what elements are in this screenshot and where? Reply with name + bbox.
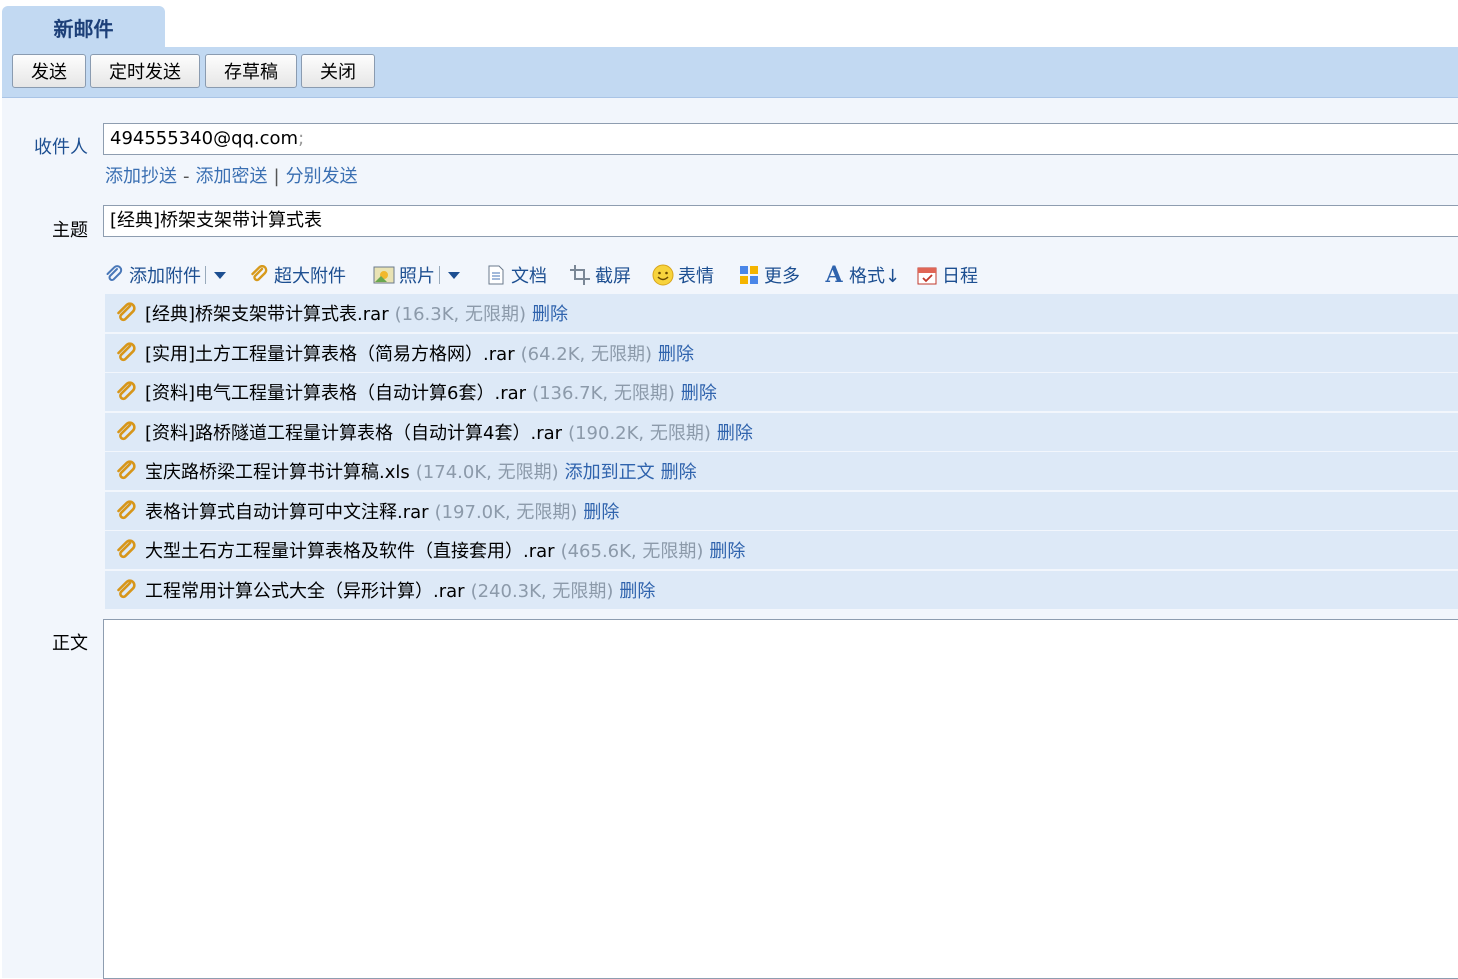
attachment-name: [资料]电气工程量计算表格（自动计算6套）.rar <box>145 383 527 404</box>
attachment-row: 工程常用计算公式大全（异形计算）.rar (240.3K, 无限期) 删除 <box>105 570 1458 609</box>
delete-attachment-link[interactable]: 删除 <box>619 577 655 603</box>
attachment-name: 工程常用计算公式大全（异形计算）.rar <box>145 580 465 602</box>
document-button[interactable]: 文档 <box>485 260 547 290</box>
text-format-icon: A <box>825 262 843 288</box>
compose-form: 收件人 494555340@qq.com; 添加抄送 - 添加密送 | 分别发送 主题 … <box>2 98 1458 979</box>
paperclip-icon <box>115 302 137 324</box>
format-label: 格式↓ <box>849 266 901 287</box>
paperclip-icon <box>115 420 137 443</box>
tab-new-mail[interactable]: 新邮件 <box>2 6 165 49</box>
attachment-meta: (16.3K, 无限期) <box>394 304 526 325</box>
attachment-name: [实用]土方工程量计算表格（简易方格网）.rar <box>145 343 515 365</box>
attachment-meta: (64.2K, 无限期) <box>520 343 652 365</box>
delete-attachment-link[interactable]: 删除 <box>658 340 694 366</box>
recipient-input[interactable]: 494555340@qq.com; <box>103 123 1458 155</box>
emoji-button[interactable]: 表情 <box>652 260 714 290</box>
large-attachment-label: 超大附件 <box>274 266 346 287</box>
attachment-row: 大型土石方工程量计算表格及软件（直接套用）.rar (465.6K, 无限期) 删除 <box>105 531 1458 569</box>
attachment-meta: (240.3K, 无限期) <box>470 580 614 602</box>
attachment-name: 表格计算式自动计算可中文注释.rar <box>145 501 429 523</box>
body-editor[interactable] <box>103 619 1458 979</box>
recipient-options: 添加抄送 - 添加密送 | 分别发送 <box>105 162 358 188</box>
recipient-separator: ; <box>298 128 305 149</box>
divider <box>205 266 206 284</box>
paperclip-icon <box>103 264 125 286</box>
body-label: 正文 <box>52 633 88 654</box>
close-button[interactable]: 关闭 <box>301 54 375 88</box>
recipient-label[interactable]: 收件人 <box>34 133 88 159</box>
save-draft-button[interactable]: 存草稿 <box>205 54 297 88</box>
paperclip-icon <box>115 341 137 364</box>
attachment-row: 表格计算式自动计算可中文注释.rar (197.0K, 无限期) 删除 <box>105 491 1458 530</box>
attachment-meta: (174.0K, 无限期) <box>415 462 559 483</box>
photo-label: 照片 <box>399 266 435 287</box>
subject-value: [经典]桥架支架带计算式表 <box>110 210 323 231</box>
link-dash: - <box>183 166 190 187</box>
tab-strip: 新邮件 <box>0 0 1458 49</box>
attachment-meta: (197.0K, 无限期) <box>434 501 578 523</box>
subject-label: 主题 <box>52 220 88 241</box>
tab-title: 新邮件 <box>53 17 114 41</box>
smiley-icon <box>652 264 674 286</box>
photo-icon <box>373 264 395 286</box>
schedule-label: 日程 <box>942 266 978 287</box>
add-cc-link[interactable]: 添加抄送 <box>105 166 177 187</box>
compose-toolbar: 发送 定时发送 存草稿 关闭 <box>2 47 1458 98</box>
paperclip-icon <box>115 539 137 561</box>
attachment-row: [资料]路桥隧道工程量计算表格（自动计算4套）.rar (190.2K, 无限期)… <box>105 412 1458 451</box>
format-button[interactable]: A 格式↓ <box>823 260 900 290</box>
delete-attachment-link[interactable]: 删除 <box>717 419 753 445</box>
attachment-name: 大型土石方工程量计算表格及软件（直接套用）.rar <box>145 541 555 562</box>
recipient-value: 494555340@qq.com <box>110 128 299 149</box>
delete-attachment-link[interactable]: 删除 <box>532 300 568 326</box>
add-attachment-label: 添加附件 <box>129 266 201 287</box>
attachment-meta: (190.2K, 无限期) <box>568 422 711 444</box>
document-icon <box>485 264 507 286</box>
attachment-name: [经典]桥架支架带计算式表.rar <box>145 304 389 325</box>
scissors-icon <box>569 264 591 286</box>
attachment-meta: (465.6K, 无限期) <box>560 541 704 562</box>
delete-attachment-link[interactable]: 删除 <box>681 379 717 405</box>
attachment-meta: (136.7K, 无限期) <box>532 383 675 404</box>
attachment-row: [资料]电气工程量计算表格（自动计算6套）.rar (136.7K, 无限期) 删除 <box>105 373 1458 411</box>
delete-attachment-link[interactable]: 删除 <box>583 498 619 524</box>
grid-icon <box>738 264 760 286</box>
photo-button[interactable]: 照片 <box>373 260 460 290</box>
emoji-label: 表情 <box>678 266 714 287</box>
large-paperclip-icon <box>248 264 270 286</box>
paperclip-icon <box>115 460 137 482</box>
send-button[interactable]: 发送 <box>12 54 86 88</box>
paperclip-icon <box>115 578 137 601</box>
attachment-list: [经典]桥架支架带计算式表.rar (16.3K, 无限期) 删除 [实用]土方工程量… <box>105 294 1458 610</box>
link-bar: | <box>273 166 280 187</box>
delete-attachment-link[interactable]: 删除 <box>709 537 745 563</box>
paperclip-icon <box>115 499 137 522</box>
chevron-down-icon[interactable] <box>448 271 460 279</box>
divider <box>439 266 440 284</box>
calendar-icon <box>916 264 938 286</box>
screenshot-label: 截屏 <box>595 266 631 287</box>
schedule-send-button[interactable]: 定时发送 <box>90 54 200 88</box>
large-attachment-button[interactable]: 超大附件 <box>248 260 346 290</box>
delete-attachment-link[interactable]: 删除 <box>661 458 697 484</box>
document-label: 文档 <box>511 266 547 287</box>
more-label: 更多 <box>764 266 800 287</box>
attachment-name: 宝庆路桥梁工程计算书计算稿.xls <box>145 462 410 483</box>
more-button[interactable]: 更多 <box>738 260 800 290</box>
attachment-toolbar: 添加附件 超大附件 照片 文档 截屏 表情 更多 A 格式↓ 日程 <box>103 260 1303 290</box>
attachment-row: 宝庆路桥梁工程计算书计算稿.xls (174.0K, 无限期) 添加到正文 删除 <box>105 452 1458 490</box>
schedule-button[interactable]: 日程 <box>916 260 978 290</box>
subject-input[interactable]: [经典]桥架支架带计算式表 <box>103 205 1458 237</box>
attachment-row: [经典]桥架支架带计算式表.rar (16.3K, 无限期) 删除 <box>105 294 1458 332</box>
separate-send-link[interactable]: 分别发送 <box>286 166 358 187</box>
attachment-name: [资料]路桥隧道工程量计算表格（自动计算4套）.rar <box>145 422 563 444</box>
chevron-down-icon[interactable] <box>214 271 226 279</box>
add-bcc-link[interactable]: 添加密送 <box>196 166 268 187</box>
paperclip-icon <box>115 381 137 403</box>
insert-into-body-link[interactable]: 添加到正文 <box>565 458 655 484</box>
screenshot-button[interactable]: 截屏 <box>569 260 631 290</box>
attachment-row: [实用]土方工程量计算表格（简易方格网）.rar (64.2K, 无限期) 删除 <box>105 333 1458 372</box>
add-attachment-button[interactable]: 添加附件 <box>103 260 226 290</box>
